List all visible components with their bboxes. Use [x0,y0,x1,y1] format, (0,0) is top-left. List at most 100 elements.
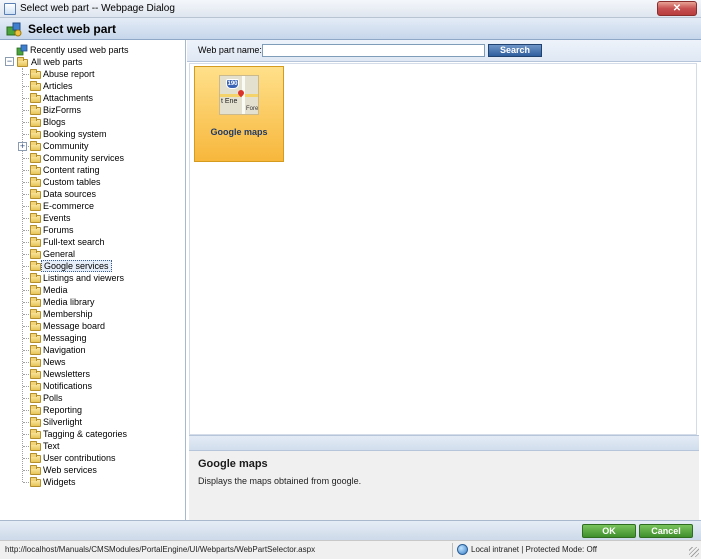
tree-item-label: Membership [43,309,93,319]
tree-item-label: Notifications [43,381,93,391]
tree-item-polls[interactable]: Polls [41,392,65,404]
tree-item-recent[interactable]: Recently used web parts [16,44,131,56]
folder-icon [30,81,41,91]
expand-icon[interactable]: + [18,142,27,151]
tree-item-e-commerce[interactable]: E-commerce [41,200,96,212]
tree-item-label: Message board [43,321,106,331]
tree-item-articles[interactable]: Articles [41,80,75,92]
tree-item-media-library[interactable]: Media library [41,296,97,308]
tree-item-navigation[interactable]: Navigation [41,344,88,356]
folder-icon [30,333,41,343]
window-title: Select web part -- Webpage Dialog [20,3,175,14]
search-bar: Web part name: Search [187,40,701,62]
tree-item-events[interactable]: Events [41,212,73,224]
tree-item-blogs[interactable]: Blogs [41,116,68,128]
tree-item-notifications[interactable]: Notifications [41,380,94,392]
search-label: Web part name: [198,45,262,55]
description-text: Displays the maps obtained from google. [198,476,362,486]
tree-item-messaging[interactable]: Messaging [41,332,89,344]
tree-item-label: Forums [43,225,74,235]
tree-item-label: Community [43,141,89,151]
tree-item-news[interactable]: News [41,356,68,368]
folder-icon [30,165,41,175]
tree-item-widgets[interactable]: Widgets [41,476,78,488]
tree-connector [23,122,29,123]
tree-item-silverlight[interactable]: Silverlight [41,416,84,428]
webpart-card-google-maps[interactable]: 190 t Ene Fore Google maps [194,66,284,162]
folder-icon [30,357,41,367]
tree-item-membership[interactable]: Membership [41,308,95,320]
tree-item-attachments[interactable]: Attachments [41,92,95,104]
tree-item-custom-tables[interactable]: Custom tables [41,176,103,188]
ok-button[interactable]: OK [582,524,636,538]
tree-connector [23,302,29,303]
tree-item-label: Content rating [43,165,100,175]
tree-item-community[interactable]: Community [41,140,91,152]
tree-item-newsletters[interactable]: Newsletters [41,368,92,380]
tree-item-bizforms[interactable]: BizForms [41,104,83,116]
tree-item-listings-and-viewers[interactable]: Listings and viewers [41,272,126,284]
tree-item-label: Attachments [43,93,94,103]
tree-item-label: Media library [43,297,95,307]
folder-icon [30,237,41,247]
tree-item-tagging-categories[interactable]: Tagging & categories [41,428,129,440]
tree-item-google-services[interactable]: Google services [41,260,112,272]
search-input[interactable] [262,44,485,57]
folder-icon [30,129,41,139]
tree-item-abuse-report[interactable]: Abuse report [41,68,97,80]
cancel-button[interactable]: Cancel [639,524,693,538]
tree-item-label: General [43,249,76,259]
folder-icon [30,201,41,211]
tree-connector [23,290,29,291]
folder-icon [30,189,41,199]
tree-item-label: Tagging & categories [43,429,128,439]
tree-item-label: User contributions [43,453,116,463]
webpart-category-tree[interactable]: Recently used web parts − All web parts Abu… [0,40,186,520]
tree-item-label: Text [43,441,60,451]
tree-connector [23,86,29,87]
map-icon: 190 t Ene Fore [219,75,259,115]
collapse-icon[interactable]: − [5,57,14,66]
tree-connector [23,206,29,207]
tree-item-user-contributions[interactable]: User contributions [41,452,118,464]
tree-connector [23,182,29,183]
tree-item-all-webparts[interactable]: All web parts [29,56,85,68]
tree-item-text[interactable]: Text [41,440,62,452]
tree-item-community-services[interactable]: Community services [41,152,126,164]
dialog-footer: OK Cancel [0,520,701,540]
folder-icon [30,429,41,439]
tree-item-label: Web services [43,465,97,475]
tree-item-reporting[interactable]: Reporting [41,404,84,416]
tree-connector [23,350,29,351]
tree-item-data-sources[interactable]: Data sources [41,188,98,200]
tree-item-booking-system[interactable]: Booking system [41,128,109,140]
tree-connector [23,410,29,411]
tree-item-general[interactable]: General [41,248,77,260]
tree-item-label: Recently used web parts [30,45,129,55]
tree-item-media[interactable]: Media [41,284,70,296]
tree-connector [23,446,29,447]
folder-icon [30,261,41,271]
close-button[interactable]: ✕ [657,1,697,16]
tree-connector [23,242,29,243]
tree-item-content-rating[interactable]: Content rating [41,164,102,176]
search-button[interactable]: Search [488,44,542,57]
tree-item-label: BizForms [43,105,81,115]
tree-connector [23,362,29,363]
status-url: http://localhost/Manuals/CMSModules/Port… [5,545,316,554]
tree-item-message-board[interactable]: Message board [41,320,107,332]
tree-item-label: Full-text search [43,237,105,247]
tree-item-full-text-search[interactable]: Full-text search [41,236,107,248]
tree-item-forums[interactable]: Forums [41,224,76,236]
folder-open-icon [17,57,28,67]
pane-splitter[interactable] [189,435,699,451]
tree-item-label: Community services [43,153,125,163]
webpart-card-label: Google maps [210,127,268,137]
tree-item-web-services[interactable]: Web services [41,464,99,476]
tree-item-label: Reporting [43,405,83,415]
resize-grip-icon[interactable] [689,547,699,557]
tree-item-label: Silverlight [43,417,83,427]
tree-connector [23,278,29,279]
folder-icon [30,477,41,487]
folder-icon [30,465,41,475]
